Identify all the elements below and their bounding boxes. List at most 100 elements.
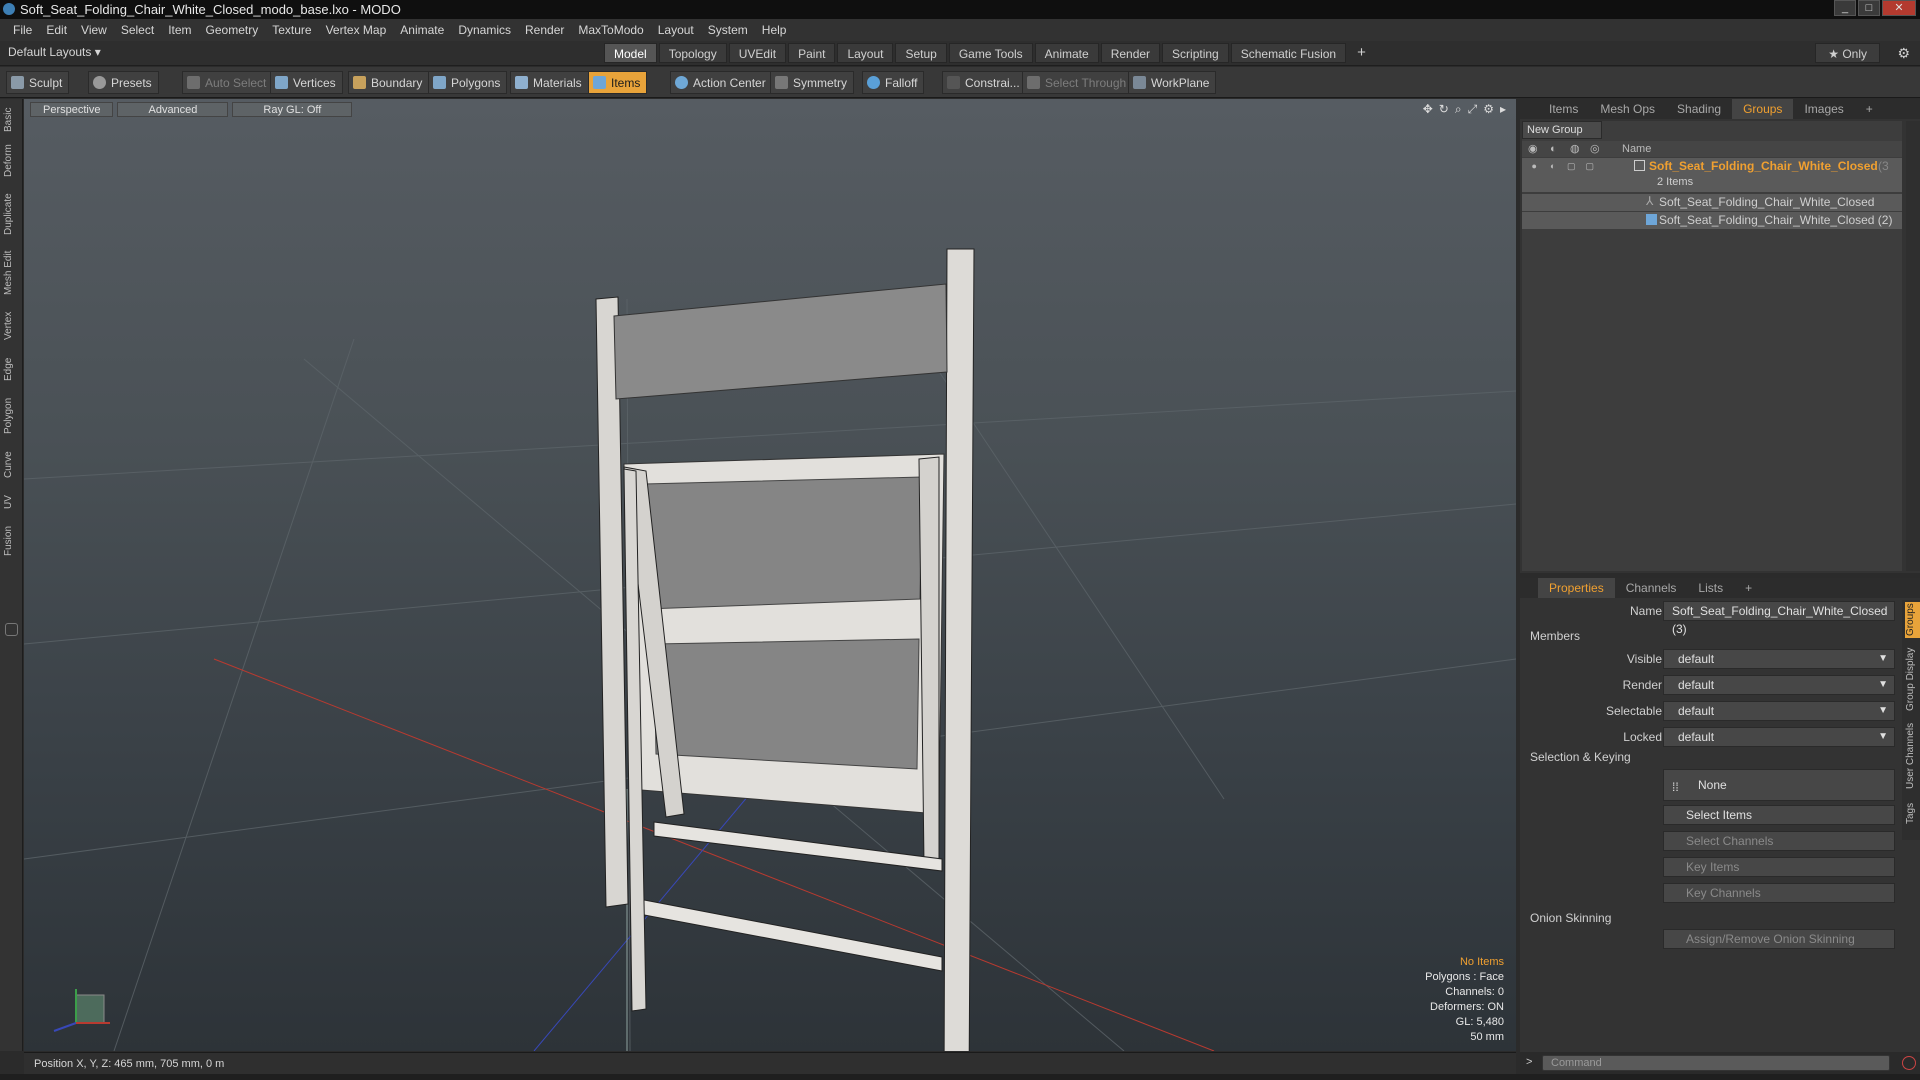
render-col-icon[interactable]: ◐	[1550, 141, 1557, 157]
sculpt-button[interactable]: Sculpt	[6, 71, 70, 94]
locked-select[interactable]: default ▼	[1663, 727, 1895, 747]
fit-view-icon[interactable]: ⤢	[1468, 102, 1478, 117]
tab-game-tools[interactable]: Game Tools	[948, 43, 1033, 63]
key-items-button[interactable]: Key Items	[1663, 857, 1895, 877]
zoom-view-icon[interactable]: ⌕	[1455, 102, 1462, 117]
menu-maxtomodo[interactable]: MaxToModo	[571, 23, 650, 37]
selectable-select[interactable]: default ▼	[1663, 701, 1895, 721]
tab-shading[interactable]: Shading	[1666, 99, 1732, 119]
menu-item[interactable]: Item	[161, 23, 198, 37]
side-tab-user-channels[interactable]: User Channels	[1905, 720, 1920, 792]
falloff-button[interactable]: Falloff	[862, 71, 925, 94]
add-tab-icon[interactable]: +	[1348, 43, 1375, 63]
vtab-polygon[interactable]: Polygon	[3, 393, 19, 439]
workplane-button[interactable]: WorkPlane	[1128, 71, 1217, 94]
menu-edit[interactable]: Edit	[39, 23, 74, 37]
vtab-mesh-edit[interactable]: Mesh Edit	[3, 247, 19, 299]
new-group-button[interactable]: New Group	[1522, 121, 1602, 139]
visibility-col-icon[interactable]: ◉	[1528, 141, 1538, 157]
close-icon[interactable]: ✕	[1882, 0, 1916, 16]
tab-lists[interactable]: Lists	[1687, 578, 1734, 598]
select-items-button[interactable]: Select Items	[1663, 805, 1895, 825]
menu-view[interactable]: View	[74, 23, 114, 37]
boundary-button[interactable]: Boundary	[348, 71, 430, 94]
select-channels-button[interactable]: Select Channels	[1663, 831, 1895, 851]
side-tab-groups[interactable]: Groups	[1905, 602, 1920, 638]
menu-help[interactable]: Help	[755, 23, 794, 37]
name-field[interactable]: Soft_Seat_Folding_Chair_White_Closed (3)	[1663, 601, 1895, 636]
vtab-fusion[interactable]: Fusion	[3, 521, 19, 561]
view-settings-gear-icon[interactable]: ⚙	[1483, 102, 1494, 117]
selection-keying-section[interactable]: Selection & Keying	[1530, 750, 1631, 764]
add-panel-tab-icon[interactable]: +	[1855, 99, 1884, 119]
key-channels-button[interactable]: Key Channels	[1663, 883, 1895, 903]
menu-texture[interactable]: Texture	[265, 23, 318, 37]
materials-button[interactable]: Materials	[510, 71, 589, 94]
vtab-vertex[interactable]: Vertex	[3, 307, 19, 345]
assign-onion-button[interactable]: Assign/Remove Onion Skinning	[1663, 929, 1895, 949]
render-select[interactable]: default ▼	[1663, 675, 1895, 695]
menu-render[interactable]: Render	[518, 23, 571, 37]
tab-scripting[interactable]: Scripting	[1162, 43, 1229, 63]
shading-advanced-button[interactable]: Advanced	[117, 102, 229, 117]
tab-topology[interactable]: Topology	[658, 43, 727, 63]
group-member-row[interactable]: Soft_Seat_Folding_Chair_White_Closed (2)	[1522, 212, 1902, 229]
move-view-icon[interactable]: ✥	[1423, 102, 1433, 117]
polygons-button[interactable]: Polygons	[428, 71, 508, 94]
items-button[interactable]: Items	[588, 71, 648, 94]
vtab-uv[interactable]: UV	[3, 491, 19, 513]
tab-layout[interactable]: Layout	[837, 43, 894, 63]
3d-viewport[interactable]: Perspective Advanced Ray GL: Off ✥ ↻ ⌕ ⤢…	[24, 99, 1516, 1051]
expand-arrow-icon[interactable]: ▸	[1500, 102, 1506, 117]
menu-file[interactable]: File	[6, 23, 39, 37]
only-button[interactable]: ★ Only	[1815, 43, 1880, 63]
command-input[interactable]: Command	[1542, 1055, 1890, 1071]
minimize-icon[interactable]: _	[1834, 0, 1856, 16]
rotate-view-icon[interactable]: ↻	[1439, 102, 1449, 117]
add-properties-tab-icon[interactable]: +	[1734, 578, 1763, 598]
tab-schematic-fusion[interactable]: Schematic Fusion	[1230, 43, 1347, 63]
action-center-button[interactable]: Action Center	[670, 71, 773, 94]
menu-geometry[interactable]: Geometry	[199, 23, 266, 37]
tab-setup[interactable]: Setup	[895, 43, 947, 63]
view-perspective-button[interactable]: Perspective	[30, 102, 114, 117]
tab-animate[interactable]: Animate	[1034, 43, 1099, 63]
auto-select-button[interactable]: Auto Select	[182, 71, 274, 94]
side-tab-group-display[interactable]: Group Display	[1905, 644, 1920, 714]
group-member-row[interactable]: ⅄ Soft_Seat_Folding_Chair_White_Closed	[1522, 194, 1902, 211]
tab-render[interactable]: Render	[1100, 43, 1161, 63]
tab-channels[interactable]: Channels	[1615, 578, 1688, 598]
vtab-curve[interactable]: Curve	[3, 447, 19, 483]
symmetry-button[interactable]: Symmetry	[770, 71, 854, 94]
onion-skinning-section[interactable]: Onion Skinning	[1530, 911, 1611, 925]
menu-select[interactable]: Select	[114, 23, 161, 37]
constraints-button[interactable]: Constrai...	[942, 71, 1027, 94]
menu-dynamics[interactable]: Dynamics	[451, 23, 518, 37]
presets-button[interactable]: Presets	[88, 71, 159, 94]
render-icon[interactable]: ◐	[1547, 161, 1560, 173]
lock-icon[interactable]: ▢	[1565, 161, 1578, 173]
vtab-basic[interactable]: Basic	[3, 105, 19, 135]
none-button[interactable]: ⁞⁞ None	[1663, 769, 1895, 801]
menu-layout[interactable]: Layout	[651, 23, 701, 37]
vertices-button[interactable]: Vertices	[270, 71, 343, 94]
tab-mesh-ops[interactable]: Mesh Ops	[1589, 99, 1666, 119]
vtab-deform[interactable]: Deform	[3, 141, 19, 181]
visible-select[interactable]: default ▼	[1663, 649, 1895, 669]
maximize-icon[interactable]: □	[1858, 0, 1880, 16]
tab-properties[interactable]: Properties	[1538, 578, 1615, 598]
vtab-edge[interactable]: Edge	[3, 353, 19, 385]
strip-toggle-icon[interactable]	[5, 623, 18, 636]
select-icon[interactable]: ▢	[1584, 161, 1597, 173]
lock-col-icon[interactable]: ◍	[1570, 141, 1580, 157]
record-icon[interactable]	[1902, 1056, 1916, 1070]
select-col-icon[interactable]: ◎	[1590, 141, 1600, 157]
menu-vertex-map[interactable]: Vertex Map	[319, 23, 394, 37]
tab-model[interactable]: Model	[604, 43, 657, 63]
panel-scrollbar[interactable]	[1906, 121, 1920, 571]
menu-animate[interactable]: Animate	[393, 23, 451, 37]
group-row[interactable]: ● ◐ ▢ ▢ Soft_Seat_Folding_Chair_White_Close…	[1522, 158, 1902, 192]
tab-groups[interactable]: Groups	[1732, 99, 1794, 119]
vtab-duplicate[interactable]: Duplicate	[3, 189, 19, 239]
gear-icon[interactable]: ⚙	[1897, 45, 1910, 62]
